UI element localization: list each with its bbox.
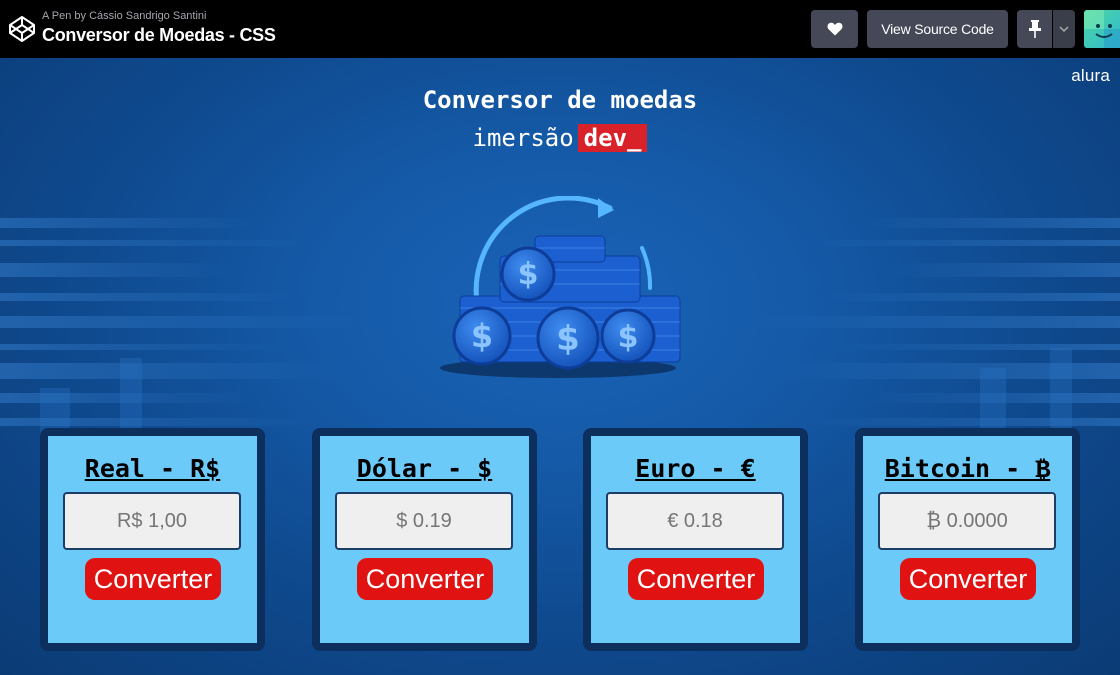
converter-card-real: Real - R$ Converter	[40, 428, 265, 651]
card-body: Real - R$ Converter	[48, 436, 257, 643]
coins-illustration: $ $ $ $	[440, 196, 681, 378]
pin-button[interactable]	[1017, 10, 1052, 48]
codepen-header: A Pen by Cássio Sandrigo Santini Convers…	[0, 0, 1120, 58]
heart-button[interactable]	[811, 10, 858, 48]
converter-card-euro: Euro - € Converter	[583, 428, 808, 651]
pen-author[interactable]: A Pen by Cássio Sandrigo Santini	[42, 10, 276, 23]
amount-input[interactable]	[878, 492, 1056, 550]
svg-text:$: $	[618, 320, 639, 355]
convert-button[interactable]: Converter	[357, 558, 493, 600]
alura-logo: alura	[1071, 66, 1110, 85]
converter-card-dolar: Dólar - $ Converter	[312, 428, 537, 651]
amount-input[interactable]	[335, 492, 513, 550]
pen-preview: alura Conversor de moedas imersão dev_ $…	[0, 58, 1120, 675]
convert-button[interactable]: Converter	[85, 558, 221, 600]
amount-input[interactable]	[63, 492, 241, 550]
pen-title: Conversor de Moedas - CSS	[42, 25, 276, 45]
amount-input[interactable]	[606, 492, 784, 550]
svg-text:$: $	[556, 319, 580, 359]
card-title: Euro - €	[635, 454, 756, 483]
svg-text:$: $	[518, 257, 539, 292]
view-source-button[interactable]: View Source Code	[867, 10, 1008, 48]
card-title: Dólar - $	[356, 454, 493, 483]
subtitle-text: imersão	[472, 124, 574, 152]
page-title: Conversor de moedas	[422, 86, 698, 114]
pin-icon	[1028, 20, 1041, 38]
convert-button[interactable]: Converter	[900, 558, 1036, 600]
svg-text:$: $	[471, 317, 493, 355]
card-body: Euro - € Converter	[591, 436, 800, 643]
smiley-avatar-icon	[1084, 10, 1120, 48]
card-title: Real - R$	[84, 454, 221, 483]
card-title: Bitcoin - ₿	[884, 454, 1051, 483]
dev-badge: dev_	[577, 124, 648, 152]
chevron-down-icon	[1059, 26, 1069, 32]
converter-card-bitcoin: Bitcoin - ₿ Converter	[855, 428, 1080, 651]
card-body: Dólar - $ Converter	[320, 436, 529, 643]
pin-options-button[interactable]	[1053, 10, 1075, 48]
heart-icon	[827, 22, 842, 36]
card-body: Bitcoin - ₿ Converter	[863, 436, 1072, 643]
convert-button[interactable]: Converter	[628, 558, 764, 600]
pen-meta: A Pen by Cássio Sandrigo Santini Convers…	[42, 10, 276, 46]
codepen-logo-icon[interactable]	[8, 15, 36, 43]
avatar[interactable]	[1084, 10, 1120, 48]
page-subtitle: imersão dev_	[0, 124, 1120, 152]
